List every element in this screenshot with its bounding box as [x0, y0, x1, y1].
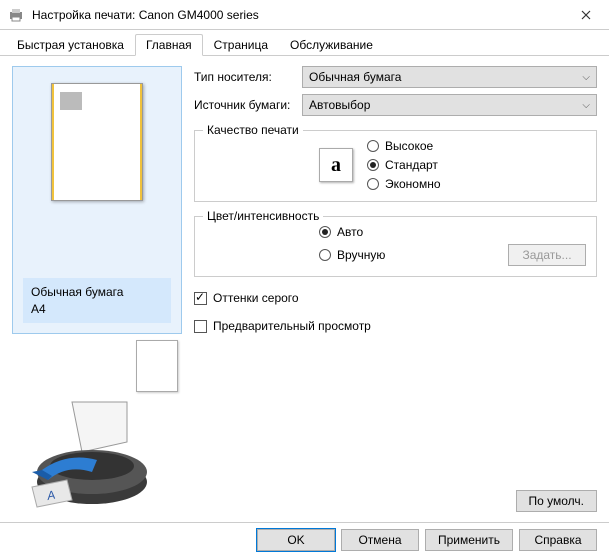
preview-size-label: A4 — [31, 301, 163, 318]
media-type-row: Тип носителя: Обычная бумага ⌵ — [194, 66, 597, 88]
color-manual-radio[interactable]: Вручную — [319, 248, 500, 262]
color-set-button: Задать... — [508, 244, 586, 266]
apply-button[interactable]: Применить — [425, 529, 513, 551]
tab-service[interactable]: Обслуживание — [279, 34, 384, 55]
quality-economy-radio[interactable]: Экономно — [367, 177, 441, 191]
tab-content: Обычная бумага A4 A Тип носителя: Обычна… — [0, 56, 609, 522]
tab-main[interactable]: Главная — [135, 34, 203, 56]
media-type-select[interactable]: Обычная бумага ⌵ — [302, 66, 597, 88]
printer-illustration: A — [12, 392, 162, 512]
color-auto-radio[interactable]: Авто — [319, 225, 586, 239]
dialog-footer: OK Отмена Применить Справка — [0, 522, 609, 556]
secondary-thumbnail — [136, 340, 178, 392]
tab-page[interactable]: Страница — [203, 34, 279, 55]
paper-source-label: Источник бумаги: — [194, 98, 294, 112]
paper-source-select[interactable]: Автовыбор ⌵ — [302, 94, 597, 116]
quality-standard-radio[interactable]: Стандарт — [367, 158, 441, 172]
preview-media-label: Обычная бумага — [31, 284, 163, 301]
quality-high-radio[interactable]: Высокое — [367, 139, 441, 153]
printer-icon — [8, 7, 24, 23]
tab-quick-setup[interactable]: Быстрая установка — [6, 34, 135, 55]
color-intensity-label: Цвет/интенсивность — [203, 209, 323, 223]
defaults-button[interactable]: По умолч. — [516, 490, 597, 512]
media-type-value: Обычная бумага — [309, 70, 401, 84]
print-quality-label: Качество печати — [203, 123, 303, 137]
page-preview-box: Обычная бумага A4 — [12, 66, 182, 334]
paper-source-row: Источник бумаги: Автовыбор ⌵ — [194, 94, 597, 116]
color-intensity-group: Цвет/интенсивность Авто Вручную Задать..… — [194, 216, 597, 277]
preview-column: Обычная бумага A4 A — [12, 66, 182, 512]
grayscale-checkbox[interactable]: Оттенки серого — [194, 291, 597, 305]
chevron-down-icon: ⌵ — [582, 72, 590, 83]
ok-button[interactable]: OK — [257, 529, 335, 551]
print-quality-group: Качество печати a Высокое Стандарт Эконо… — [194, 130, 597, 202]
settings-column: Тип носителя: Обычная бумага ⌵ Источник … — [194, 66, 597, 512]
media-type-label: Тип носителя: — [194, 70, 294, 84]
close-button[interactable] — [563, 0, 609, 30]
window-title: Настройка печати: Canon GM4000 series — [32, 8, 563, 22]
cancel-button[interactable]: Отмена — [341, 529, 419, 551]
titlebar: Настройка печати: Canon GM4000 series — [0, 0, 609, 30]
chevron-down-icon: ⌵ — [582, 100, 590, 111]
page-thumbnail — [51, 83, 143, 201]
paper-source-value: Автовыбор — [309, 98, 370, 112]
preview-info: Обычная бумага A4 — [23, 278, 171, 324]
preview-checkbox[interactable]: Предварительный просмотр — [194, 319, 597, 333]
help-button[interactable]: Справка — [519, 529, 597, 551]
tab-bar: Быстрая установка Главная Страница Обслу… — [0, 30, 609, 56]
quality-sample-icon: a — [319, 148, 353, 182]
